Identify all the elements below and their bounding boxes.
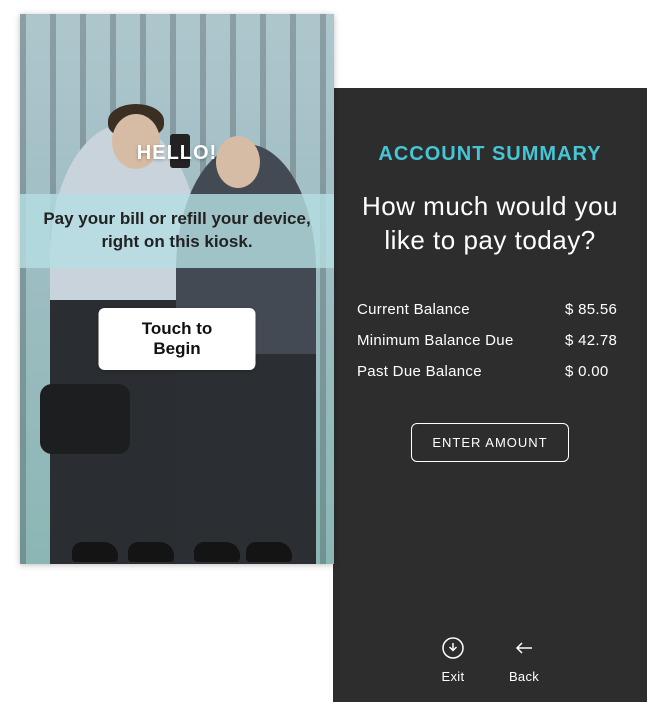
tagline-strip: Pay your bill or refill your device, rig… — [20, 194, 334, 268]
balance-amount: $ 0.00 — [565, 363, 623, 380]
balance-row-minimum: Minimum Balance Due $ 42.78 — [357, 325, 623, 356]
balance-list: Current Balance $ 85.56 Minimum Balance … — [357, 294, 623, 387]
balance-label: Minimum Balance Due — [357, 332, 514, 349]
enter-amount-button[interactable]: ENTER AMOUNT — [411, 423, 568, 462]
balance-amount: $ 85.56 — [565, 301, 623, 318]
exit-label: Exit — [442, 669, 465, 684]
footer-nav: Exit Back — [333, 636, 647, 684]
back-button[interactable]: Back — [509, 636, 539, 684]
exit-icon — [441, 636, 465, 663]
payment-question: How much would you like to pay today? — [357, 190, 623, 258]
account-summary-panel: ACCOUNT SUMMARY How much would you like … — [333, 88, 647, 702]
balance-label: Current Balance — [357, 301, 470, 318]
greeting-text: HELLO! — [20, 142, 334, 165]
welcome-panel: HELLO! Pay your bill or refill your devi… — [20, 14, 334, 564]
bag-illustration — [40, 384, 130, 454]
balance-row-current: Current Balance $ 85.56 — [357, 294, 623, 325]
balance-row-pastdue: Past Due Balance $ 0.00 — [357, 356, 623, 387]
account-summary-title: ACCOUNT SUMMARY — [357, 143, 623, 166]
touch-to-begin-button[interactable]: Touch to Begin — [99, 308, 256, 370]
back-arrow-icon — [512, 636, 536, 663]
balance-label: Past Due Balance — [357, 363, 482, 380]
back-label: Back — [509, 669, 539, 684]
exit-button[interactable]: Exit — [441, 636, 465, 684]
balance-amount: $ 42.78 — [565, 332, 623, 349]
